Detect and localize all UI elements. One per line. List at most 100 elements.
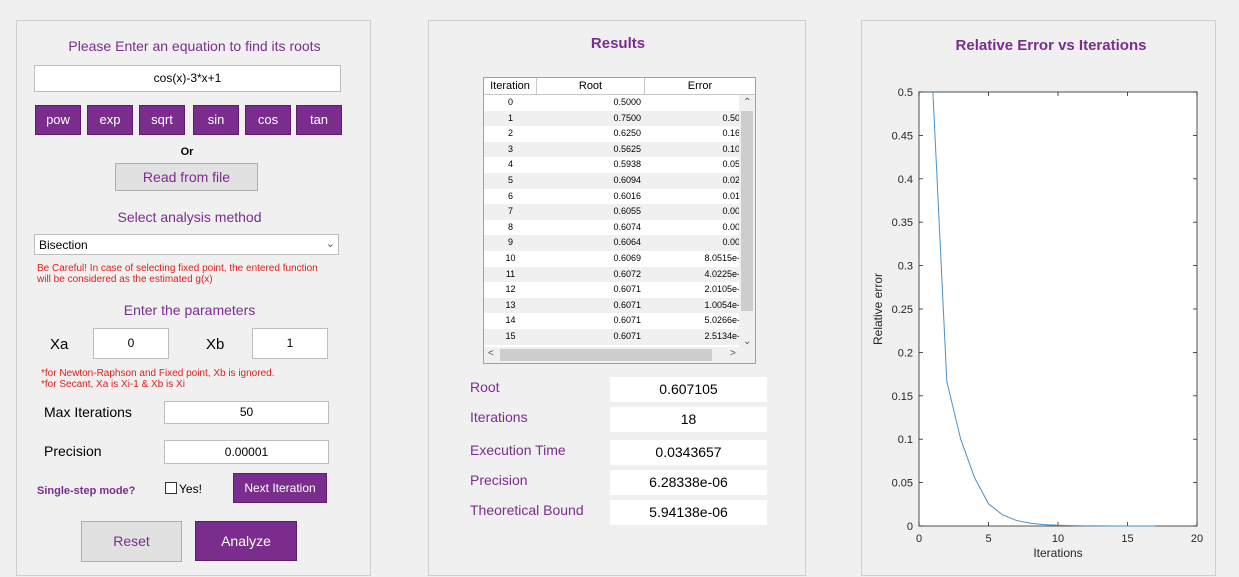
xa-input[interactable]: 0 [93, 328, 169, 359]
sqrt-button[interactable]: sqrt [139, 105, 185, 135]
error-cell: 0.00 [722, 221, 740, 232]
precision-result-value: 6.28338e-06 [610, 470, 767, 495]
precision-label: Precision [44, 443, 102, 459]
table-row[interactable]: 14 0.6071 5.0266e- [484, 313, 740, 329]
y-tick-label: 0.3 [898, 261, 913, 273]
table-row[interactable]: 8 0.6074 0.00 [484, 220, 740, 236]
method-select[interactable]: Bisection ⌄ [34, 234, 339, 255]
table-row[interactable]: 1 0.7500 0.50 [484, 110, 740, 127]
table-row[interactable]: 0 0.5000 [484, 95, 740, 111]
root-label: Root [470, 379, 500, 395]
error-cell: 4.0225e- [704, 268, 740, 279]
scroll-down-icon[interactable]: ⌄ [743, 336, 751, 347]
iterations-label: Iterations [470, 409, 528, 425]
table-row[interactable]: 7 0.6055 0.00 [484, 204, 740, 220]
root-cell: 0.6074 [613, 221, 641, 232]
error-cell: 0.10 [722, 143, 740, 154]
execution-time-label: Execution Time [470, 442, 566, 458]
root-cell: 0.6071 [613, 315, 641, 326]
table-row[interactable]: 3 0.5625 0.10 [484, 141, 740, 158]
y-tick-label: 0.5 [898, 87, 913, 99]
table-row[interactable]: 10 0.6069 8.0515e- [484, 251, 740, 267]
root-cell: 0.6094 [613, 175, 641, 185]
header-iteration[interactable]: Iteration [484, 78, 537, 95]
y-tick-label: 0.35 [892, 217, 913, 229]
table-row[interactable]: 2 0.6250 0.16 [484, 126, 740, 142]
error-chart: 0 5 10 15 20 0 0.05 0.1 0.15 0.2 0.25 0.3 0.35 0.4 0.4… [871, 87, 1203, 560]
theoretical-bound-value: 5.94138e-06 [610, 500, 767, 525]
root-cell: 0.6250 [613, 128, 641, 139]
chart-panel: Relative Error vs Iterations 0 5 10 15 20 0 0.… [861, 20, 1216, 576]
error-cell: 0.16 [722, 128, 740, 139]
y-tick-label: 0.4 [898, 174, 913, 186]
params-note: *for Newton-Raphson and Fixed point, Xb … [41, 368, 371, 390]
error-cell: 0.02 [722, 175, 740, 185]
root-value: 0.607105 [610, 377, 767, 402]
max-iterations-input[interactable]: 50 [164, 401, 329, 424]
vertical-scrollbar[interactable]: ⌃ ⌄ [739, 95, 755, 347]
error-cell: 1.0054e- [704, 299, 740, 310]
equation-input[interactable]: cos(x)-3*x+1 [34, 65, 341, 92]
y-tick-label: 0.05 [892, 478, 913, 490]
vertical-scroll-thumb[interactable] [741, 111, 753, 311]
horizontal-scrollbar[interactable]: < > [484, 347, 755, 363]
cos-button[interactable]: cos [245, 105, 291, 135]
root-cell: 0.6071 [613, 331, 641, 341]
pow-button[interactable]: pow [35, 105, 81, 135]
y-axis-label: Relative error [871, 273, 885, 345]
sin-button[interactable]: sin [193, 105, 239, 135]
scroll-right-icon[interactable]: > [730, 348, 736, 359]
table-row[interactable]: 13 0.6071 1.0054e- [484, 297, 740, 314]
root-cell: 0.5000 [613, 97, 641, 107]
method-selected-value: Bisection [39, 238, 88, 252]
y-tick-label: 0.1 [898, 434, 913, 446]
single-step-checkbox[interactable] [165, 482, 177, 494]
table-row[interactable]: 11 0.6072 4.0225e- [484, 266, 740, 283]
warning-line-1: Be Careful! In case of selecting fixed p… [37, 263, 318, 274]
scroll-left-icon[interactable]: < [488, 348, 494, 359]
equation-prompt: Please Enter an equation to find its roo… [68, 38, 321, 54]
root-cell: 0.6016 [613, 190, 641, 201]
root-cell: 0.6071 [613, 284, 641, 295]
tan-button[interactable]: tan [296, 105, 342, 135]
reset-button[interactable]: Reset [81, 521, 182, 562]
header-error[interactable]: Error [645, 78, 755, 95]
root-cell: 0.6064 [613, 237, 641, 248]
iteration-cell: 15 [505, 331, 516, 341]
root-cell: 0.6055 [613, 206, 641, 217]
scroll-up-icon[interactable]: ⌃ [743, 97, 751, 108]
precision-result-label: Precision [470, 472, 528, 488]
read-from-file-button[interactable]: Read from file [115, 163, 258, 191]
table-row[interactable]: 5 0.6094 0.02 [484, 173, 740, 189]
single-step-label: Single-step mode? [37, 485, 136, 497]
iterations-value: 18 [610, 407, 767, 432]
iteration-cell: 8 [507, 221, 513, 232]
root-cell: 0.6069 [613, 253, 641, 263]
error-cell: 5.0266e- [704, 315, 740, 326]
iteration-cell: 0 [507, 97, 513, 107]
xb-input[interactable]: 1 [252, 328, 328, 359]
xa-label: Xa [50, 336, 69, 353]
iteration-cell: 9 [507, 237, 513, 248]
iteration-cell: 6 [507, 190, 513, 201]
table-row[interactable]: 15 0.6071 2.5134e- [484, 329, 740, 345]
root-cell: 0.6071 [613, 299, 641, 310]
iteration-cell: 14 [505, 315, 516, 326]
x-axis-label: Iterations [1033, 546, 1082, 560]
precision-input[interactable]: 0.00001 [164, 440, 329, 464]
x-tick-label: 5 [985, 533, 991, 545]
results-table[interactable]: Iteration Root Error 0 0.5000 1 0.7500 0.50 2… [483, 77, 756, 364]
table-row[interactable]: 6 0.6016 0.01 [484, 189, 740, 205]
analyze-button[interactable]: Analyze [195, 521, 297, 561]
root-cell: 0.7500 [613, 112, 641, 123]
table-row[interactable]: 4 0.5938 0.05 [484, 157, 740, 173]
exp-button[interactable]: exp [87, 105, 133, 135]
iteration-cell: 5 [507, 175, 513, 185]
iteration-cell: 11 [505, 268, 516, 279]
max-iterations-label: Max Iterations [44, 404, 132, 420]
header-root[interactable]: Root [537, 78, 645, 95]
next-iteration-button[interactable]: Next Iteration [233, 473, 327, 503]
table-row[interactable]: 9 0.6064 0.00 [484, 235, 740, 251]
table-row[interactable]: 12 0.6071 2.0105e- [484, 282, 740, 298]
horizontal-scroll-thumb[interactable] [500, 349, 712, 361]
